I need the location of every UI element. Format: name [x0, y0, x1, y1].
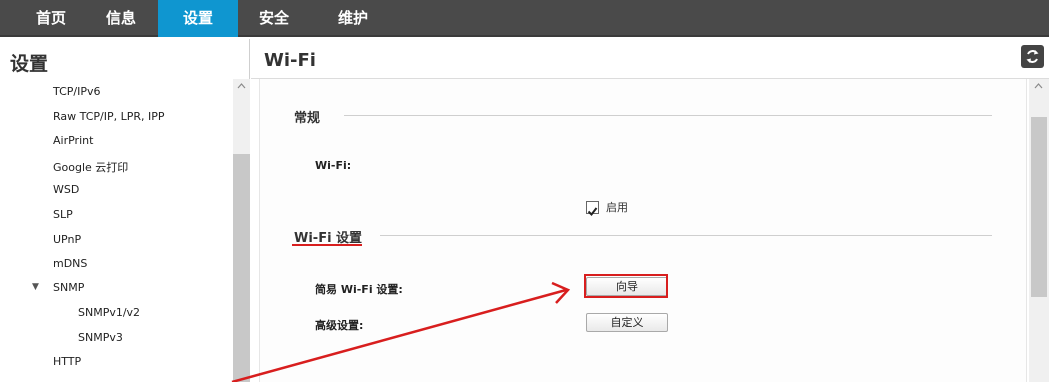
page: 首页 信息 设置 安全 维护 设置 TCP/IPv6 Raw TCP/IP, L… [0, 0, 1049, 382]
sidebar-item-wsd[interactable]: WSD [53, 183, 79, 196]
sidebar-item-tcpipv6[interactable]: TCP/IPv6 [53, 85, 100, 98]
sidebar-item-upnp[interactable]: UPnP [53, 233, 81, 246]
wifi-enable-checkbox[interactable] [586, 201, 599, 217]
sidebar-scrollbar[interactable] [233, 79, 250, 382]
tab-info[interactable]: 信息 [88, 0, 154, 37]
page-title: Wi-Fi [264, 50, 316, 71]
main-panel: Wi-Fi 常规 Wi-Fi: 启用 Wi-Fi 设置 简易 Wi-Fi 设置:… [251, 39, 1049, 382]
settings-content: 常规 Wi-Fi: 启用 Wi-Fi 设置 简易 Wi-Fi 设置: 向导 高级… [259, 79, 1027, 382]
tab-security[interactable]: 安全 [244, 0, 304, 37]
refresh-button[interactable] [1021, 45, 1044, 68]
scroll-up-icon[interactable] [236, 81, 247, 91]
sidebar-item-slp[interactable]: SLP [53, 208, 73, 221]
sidebar-title: 设置 [10, 53, 49, 75]
sidebar-item-snmp[interactable]: SNMP [53, 281, 84, 294]
main-header: Wi-Fi [251, 39, 1049, 79]
tab-maintenance[interactable]: 维护 [322, 0, 384, 37]
refresh-icon [1026, 50, 1039, 63]
sidebar-item-raw-tcpip[interactable]: Raw TCP/IP, LPR, IPP [53, 110, 165, 123]
sidebar-item-mdns[interactable]: mDNS [53, 257, 87, 270]
easy-wifi-setup-label: 简易 Wi-Fi 设置: [315, 283, 403, 296]
sidebar-item-http[interactable]: HTTP [53, 355, 81, 368]
section-divider [380, 235, 992, 236]
sidebar-item-airprint[interactable]: AirPrint [53, 134, 93, 147]
checkmark-icon [587, 207, 598, 217]
sidebar-item-snmpv3[interactable]: SNMPv3 [78, 331, 123, 344]
section-title-general: 常规 [294, 111, 321, 126]
scroll-up-icon[interactable] [1033, 81, 1044, 91]
wifi-label: Wi-Fi: [315, 159, 352, 172]
enable-label: 启用 [606, 201, 628, 214]
tab-settings[interactable]: 设置 [158, 0, 238, 37]
section-title-wifi-settings: Wi-Fi 设置 [294, 231, 363, 246]
tab-home[interactable]: 首页 [18, 0, 84, 37]
expand-triangle-icon[interactable]: ▼ [32, 282, 39, 292]
advanced-settings-label: 高级设置: [315, 319, 364, 332]
sidebar-scroll-thumb[interactable] [233, 154, 250, 382]
custom-button[interactable]: 自定义 [586, 313, 668, 332]
sidebar-item-snmpv1v2[interactable]: SNMPv1/v2 [78, 306, 140, 319]
wizard-button[interactable]: 向导 [586, 277, 668, 296]
sidebar: 设置 TCP/IPv6 Raw TCP/IP, LPR, IPP AirPrin… [0, 39, 250, 382]
section-divider [344, 115, 992, 116]
main-scroll-thumb[interactable] [1031, 117, 1047, 297]
main-scrollbar[interactable] [1029, 79, 1049, 382]
top-nav: 首页 信息 设置 安全 维护 [0, 0, 1049, 37]
sidebar-item-google-cloud-print[interactable]: Google 云打印 [53, 159, 128, 175]
